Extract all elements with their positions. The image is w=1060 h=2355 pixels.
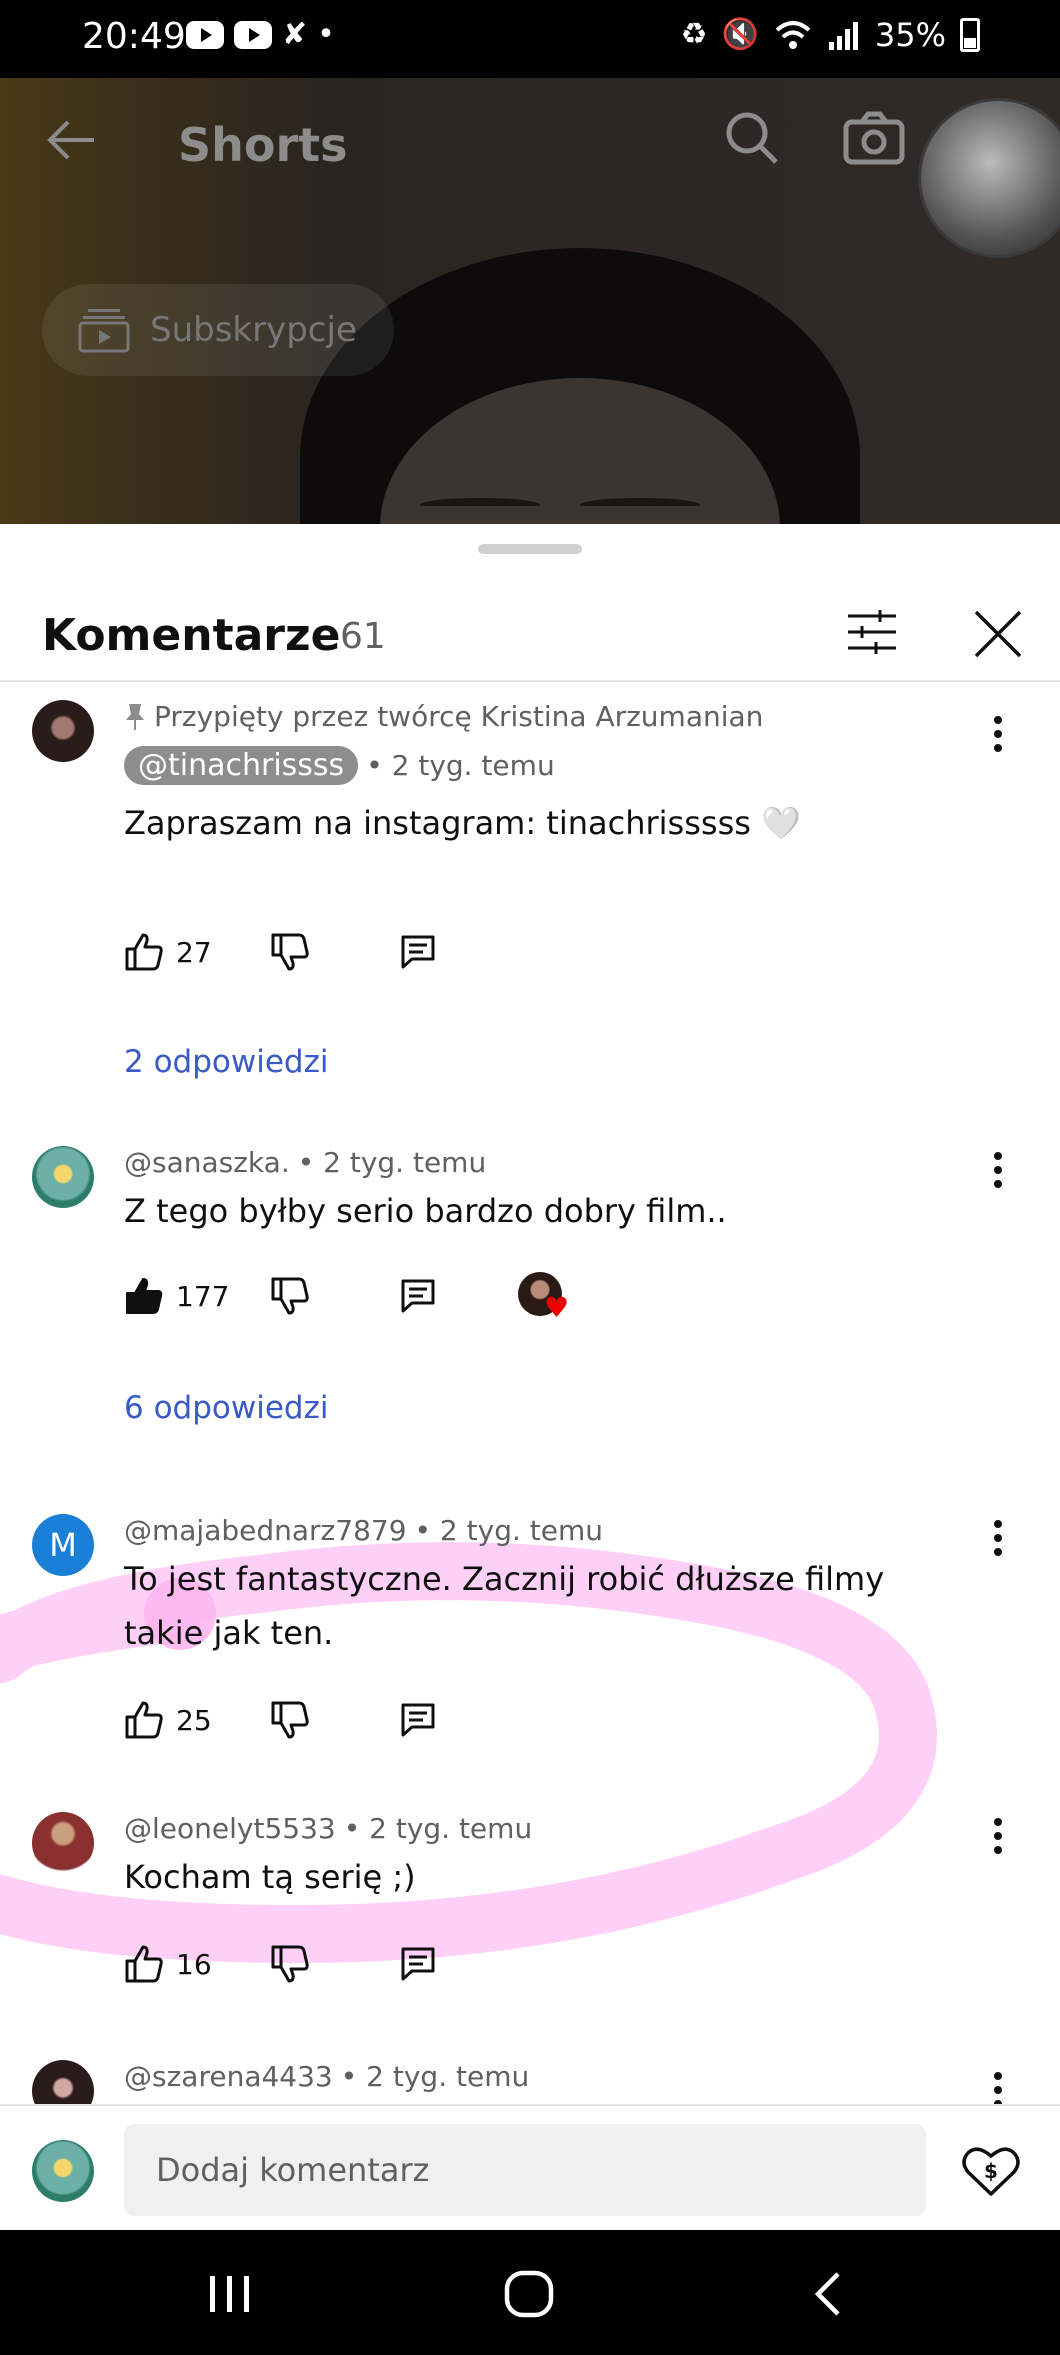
- notification-icons: ✘ •: [186, 20, 335, 50]
- more-options-icon[interactable]: [980, 1812, 1016, 1860]
- comment-meta: @tinachrissss • 2 tyg. temu: [124, 746, 555, 785]
- subscriptions-chip[interactable]: Subskrypcje: [42, 284, 394, 376]
- replies-link[interactable]: 2 odpowiedzi: [124, 1044, 328, 1080]
- comment-text: Zapraszam na instagram: tinachrisssss 🤍: [124, 804, 801, 842]
- battery-percent: 35%: [874, 16, 946, 54]
- battery-icon: [960, 18, 980, 52]
- search-icon[interactable]: [722, 108, 782, 168]
- comment-meta: @szarena4433 • 2 tyg. temu: [124, 2060, 529, 2093]
- commenter-avatar[interactable]: [32, 700, 94, 762]
- like-count: 27: [176, 936, 212, 969]
- like-count: 25: [176, 1704, 212, 1737]
- system-icons: ♻ 🔇 35%: [681, 16, 980, 54]
- like-icon[interactable]: [124, 1944, 164, 1984]
- add-comment-input[interactable]: Dodaj komentarz: [124, 2124, 926, 2216]
- commenter-avatar[interactable]: M: [32, 1514, 94, 1576]
- home-icon[interactable]: [504, 2270, 554, 2318]
- comment-author[interactable]: @leonelyt5533: [124, 1812, 336, 1845]
- shorts-top-bar: Shorts: [0, 78, 1060, 258]
- comments-count: 61: [340, 616, 386, 657]
- drag-handle[interactable]: [478, 544, 582, 554]
- filter-icon[interactable]: [846, 608, 898, 656]
- comment-time: • 2 tyg. temu: [340, 2060, 530, 2093]
- like-icon-filled[interactable]: [124, 1276, 164, 1316]
- system-navigation-bar: [0, 2230, 1060, 2355]
- comment-text: To jest fantastyczne. Zacznij robić dłuż…: [124, 1552, 1004, 1660]
- commenter-avatar[interactable]: [32, 1812, 94, 1874]
- dislike-icon[interactable]: [270, 932, 310, 972]
- comment-author[interactable]: @sanaszka.: [124, 1146, 290, 1179]
- status-time: 20:49: [82, 16, 186, 57]
- comment-time: • 2 tyg. temu: [297, 1146, 487, 1179]
- dislike-icon[interactable]: [270, 1944, 310, 1984]
- pinned-label: Przypięty przez twórcę Kristina Arzumani…: [124, 700, 763, 733]
- dot-icon: •: [317, 17, 335, 52]
- like-icon[interactable]: [124, 932, 164, 972]
- signal-icon: [828, 22, 858, 50]
- comment-text-line: takie jak ten.: [124, 1614, 334, 1652]
- comment-meta: @leonelyt5533 • 2 tyg. temu: [124, 1812, 532, 1845]
- my-avatar: [32, 2140, 94, 2202]
- creator-heart-badge: ♥: [518, 1272, 572, 1322]
- more-options-icon[interactable]: [980, 1514, 1016, 1562]
- comment-text-line: To jest fantastyczne. Zacznij robić dłuż…: [124, 1560, 885, 1598]
- missed-call-icon: ✘: [282, 17, 308, 52]
- youtube-notification-icon: [234, 21, 272, 49]
- mute-icon: 🔇: [721, 17, 759, 52]
- like-icon[interactable]: [124, 1700, 164, 1740]
- back-arrow-icon[interactable]: [44, 112, 100, 168]
- comment-text: Z tego byłby serio bardzo dobry film..: [124, 1192, 727, 1230]
- like-count: 177: [176, 1280, 230, 1313]
- comment-author[interactable]: @szarena4433: [124, 2060, 333, 2093]
- page-title: Shorts: [178, 118, 348, 172]
- creator-author-chip[interactable]: @tinachrissss: [124, 746, 359, 785]
- dislike-icon[interactable]: [270, 1276, 310, 1316]
- commenter-avatar[interactable]: [32, 1146, 94, 1208]
- nav-back-icon[interactable]: [812, 2270, 842, 2318]
- comment-composer: Dodaj komentarz $: [0, 2104, 1060, 2230]
- avatar-letter: M: [49, 1526, 77, 1564]
- comment-meta: @sanaszka. • 2 tyg. temu: [124, 1146, 486, 1179]
- svg-text:$: $: [984, 2159, 998, 2183]
- like-count: 16: [176, 1948, 212, 1981]
- comments-header: Komentarze 61: [0, 580, 1060, 682]
- wifi-icon: [775, 21, 811, 49]
- reply-icon[interactable]: [400, 1702, 436, 1738]
- dislike-icon[interactable]: [270, 1700, 310, 1740]
- heart-icon: ♥: [544, 1291, 570, 1324]
- more-options-icon[interactable]: [980, 1146, 1016, 1194]
- reply-icon[interactable]: [400, 1278, 436, 1314]
- subscriptions-icon: [78, 309, 130, 353]
- status-bar: 20:49 ✘ • ♻ 🔇 35%: [0, 0, 1060, 78]
- comment-time: • 2 tyg. temu: [414, 1514, 603, 1547]
- comments-title: Komentarze: [42, 610, 341, 661]
- comment-meta: @majabednarz7879 • 2 tyg. temu: [124, 1514, 603, 1547]
- reply-icon[interactable]: [400, 1946, 436, 1982]
- comments-sheet: Komentarze 61 Przypięty przez twórcę Kri…: [0, 524, 1060, 2230]
- pin-icon: [126, 703, 144, 730]
- recycle-icon: ♻: [680, 17, 708, 52]
- more-options-icon[interactable]: [980, 710, 1016, 758]
- comment-time: • 2 tyg. temu: [366, 749, 555, 782]
- subscriptions-label: Subskrypcje: [150, 310, 357, 350]
- replies-link[interactable]: 6 odpowiedzi: [124, 1390, 328, 1426]
- recent-apps-icon[interactable]: [206, 2274, 254, 2314]
- comment-time: • 2 tyg. temu: [343, 1812, 533, 1845]
- close-icon[interactable]: [972, 608, 1024, 660]
- reply-icon[interactable]: [400, 934, 436, 970]
- super-thanks-icon[interactable]: $: [962, 2144, 1020, 2198]
- camera-icon[interactable]: [842, 108, 906, 168]
- comment-text: Kocham tą serię ;): [124, 1858, 416, 1896]
- comment-author[interactable]: @majabednarz7879: [124, 1514, 407, 1547]
- youtube-notification-icon: [186, 21, 224, 49]
